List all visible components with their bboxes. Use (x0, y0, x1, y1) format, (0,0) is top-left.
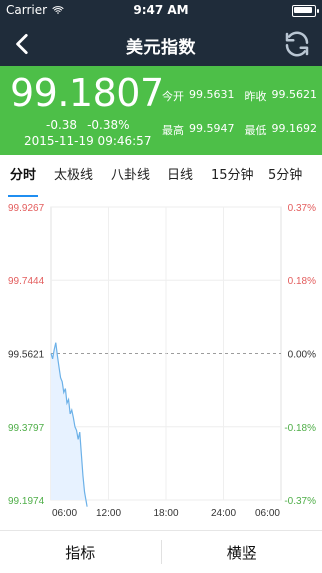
today-open: 今开 99.5631 (162, 88, 235, 104)
tab-taiji-line[interactable]: 太极线 (54, 155, 93, 197)
y-axis-left-label: 99.1974 (8, 496, 45, 507)
price-change-percent: -0.38% (87, 118, 129, 132)
bottom-bar: 指标 横竖 (0, 530, 322, 573)
nav-bar: 美元指数 (0, 22, 322, 66)
low: 最低 99.1692 (245, 122, 318, 138)
yesterday-close: 昨收 99.5621 (245, 88, 318, 104)
yesterday-close-label: 昨收 (245, 88, 267, 104)
high-label: 最高 (162, 122, 184, 138)
quote-metrics: 今开 99.5631 昨收 99.5621 最高 99.5947 最低 99.1… (162, 88, 322, 156)
chart-area: 99.9267 99.7444 99.5621 99.3797 99.1974 0.37%… (0, 197, 322, 530)
indicator-button[interactable]: 指标 (0, 542, 161, 563)
y-axis-left-label: 99.9267 (8, 203, 45, 214)
yesterday-close-value: 99.5621 (272, 88, 318, 104)
metric-row-high-low: 最高 99.5947 最低 99.1692 (162, 122, 322, 138)
low-label: 最低 (245, 122, 267, 138)
status-bar: Carrier 9:47 AM (0, 0, 322, 22)
quote-header: 99.1807 -0.38 -0.38% 2015-11-19 09:46:57… (0, 66, 322, 155)
x-axis-label: 06:00 (52, 508, 77, 519)
x-axis-label: 06:00 (255, 508, 280, 519)
metric-row-open-close: 今开 99.5631 昨收 99.5621 (162, 88, 322, 104)
x-axis-label: 24:00 (211, 508, 236, 519)
current-price: 99.1807 (10, 74, 164, 112)
intraday-chart: 99.9267 99.7444 99.5621 99.3797 99.1974 0.37%… (0, 197, 322, 530)
y-axis-right-label: 0.00% (288, 349, 316, 360)
y-axis-left-label: 99.7444 (8, 276, 45, 287)
low-value: 99.1692 (272, 122, 318, 138)
quote-datetime: 2015-11-19 09:46:57 (24, 134, 151, 148)
battery-icon (292, 5, 316, 17)
status-time: 9:47 AM (0, 3, 322, 17)
tab-daily-line[interactable]: 日线 (167, 155, 193, 197)
refresh-icon[interactable] (282, 29, 312, 59)
tab-5-minute[interactable]: 5分钟 (268, 155, 302, 197)
today-open-value: 99.5631 (189, 88, 235, 104)
y-axis-right-label: -0.18% (284, 423, 316, 434)
x-axis-label: 12:00 (96, 508, 121, 519)
today-open-label: 今开 (162, 88, 184, 104)
orientation-button[interactable]: 横竖 (162, 542, 322, 563)
top-bar: Carrier 9:47 AM 美元指数 (0, 0, 322, 66)
page-title: 美元指数 (0, 33, 322, 58)
chart-tabs: 分时 太极线 八卦线 日线 15分钟 5分钟 (0, 155, 322, 198)
tab-15-minute[interactable]: 15分钟 (211, 155, 254, 197)
tab-bagua-line[interactable]: 八卦线 (111, 155, 150, 197)
y-axis-left-label: 99.5621 (8, 349, 45, 360)
y-axis-left-label: 99.3797 (8, 423, 45, 434)
high: 最高 99.5947 (162, 122, 235, 138)
high-value: 99.5947 (189, 122, 235, 138)
tab-fenshi[interactable]: 分时 (10, 155, 36, 197)
y-axis-right-label: -0.37% (284, 496, 316, 507)
x-axis-label: 18:00 (153, 508, 178, 519)
price-change: -0.38 (46, 118, 77, 132)
y-axis-right-label: 0.37% (288, 203, 316, 214)
y-axis-right-label: 0.18% (288, 276, 316, 287)
price-change-group: -0.38 -0.38% (46, 118, 130, 132)
